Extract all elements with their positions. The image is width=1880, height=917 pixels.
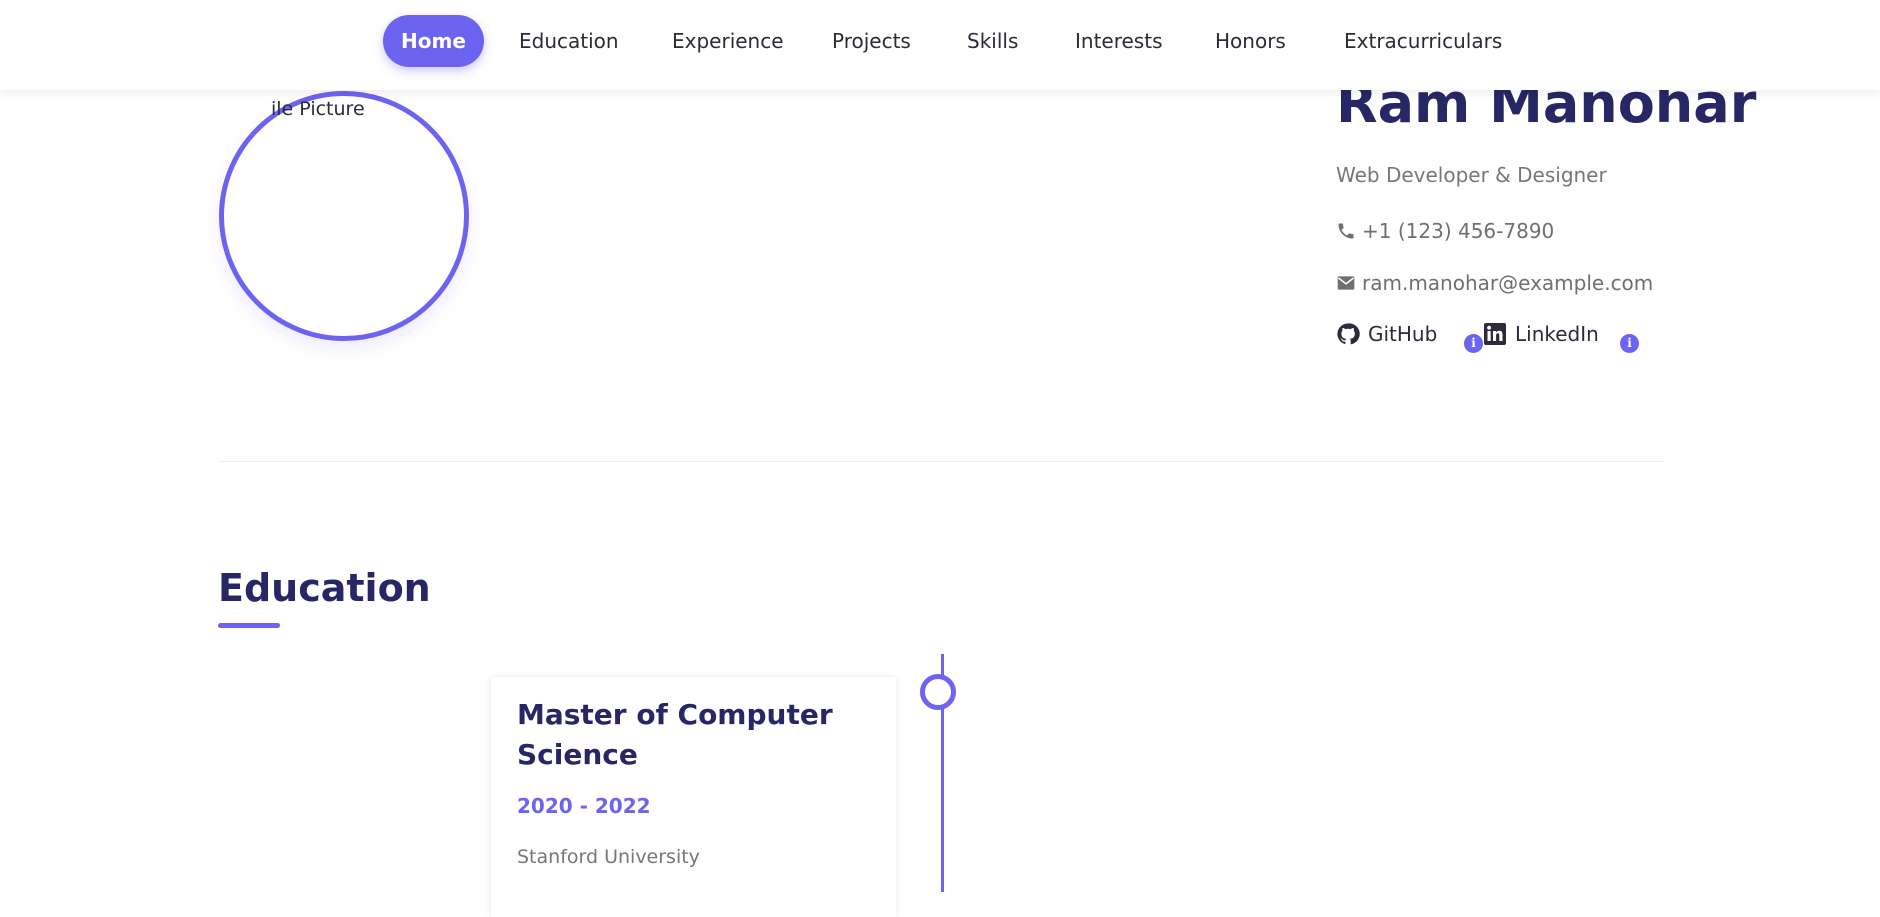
hero-subtitle: Web Developer & Designer [1336,163,1607,187]
linkedin-info-badge[interactable]: i [1620,334,1639,353]
contact-email: ram.manohar@example.com [1336,271,1653,295]
envelope-icon [1337,276,1355,290]
section-divider [219,461,1665,462]
profile-picture [219,91,469,341]
github-icon [1337,323,1360,345]
contact-phone: +1 (123) 456-7890 [1336,219,1554,243]
github-info-badge[interactable]: i [1464,334,1483,353]
profile-picture-alt-text: ile Picture [271,98,365,120]
phone-number: +1 (123) 456-7890 [1362,219,1555,243]
github-label: GitHub [1368,322,1438,346]
linkedin-icon [1484,323,1506,345]
linkedin-label: LinkedIn [1515,322,1599,346]
education-degree: Master of Computer Science [517,698,833,771]
nav-item-education[interactable]: Education [501,15,637,67]
education-card: Master of Computer Science 2020 - 2022 S… [491,677,896,917]
nav-item-extracurriculars[interactable]: Extracurriculars [1326,15,1520,67]
nav-item-skills[interactable]: Skills [949,15,1036,67]
nav-item-interests[interactable]: Interests [1057,15,1181,67]
timeline-dot [920,674,956,710]
top-navbar: Home Education Experience Projects Skill… [0,0,1880,90]
phone-icon [1338,223,1354,239]
nav-item-home[interactable]: Home [383,15,484,67]
nav-item-honors[interactable]: Honors [1197,15,1304,67]
section-title-underline [218,623,280,628]
education-school: Stanford University [517,846,700,868]
nav-item-projects[interactable]: Projects [814,15,929,67]
education-section-title: Education [218,566,431,610]
linkedin-link[interactable]: LinkedIn [1483,322,1599,346]
education-years: 2020 - 2022 [517,794,651,818]
github-link[interactable]: GitHub [1336,322,1437,346]
nav-item-experience[interactable]: Experience [654,15,802,67]
email-address: ram.manohar@example.com [1362,271,1654,295]
